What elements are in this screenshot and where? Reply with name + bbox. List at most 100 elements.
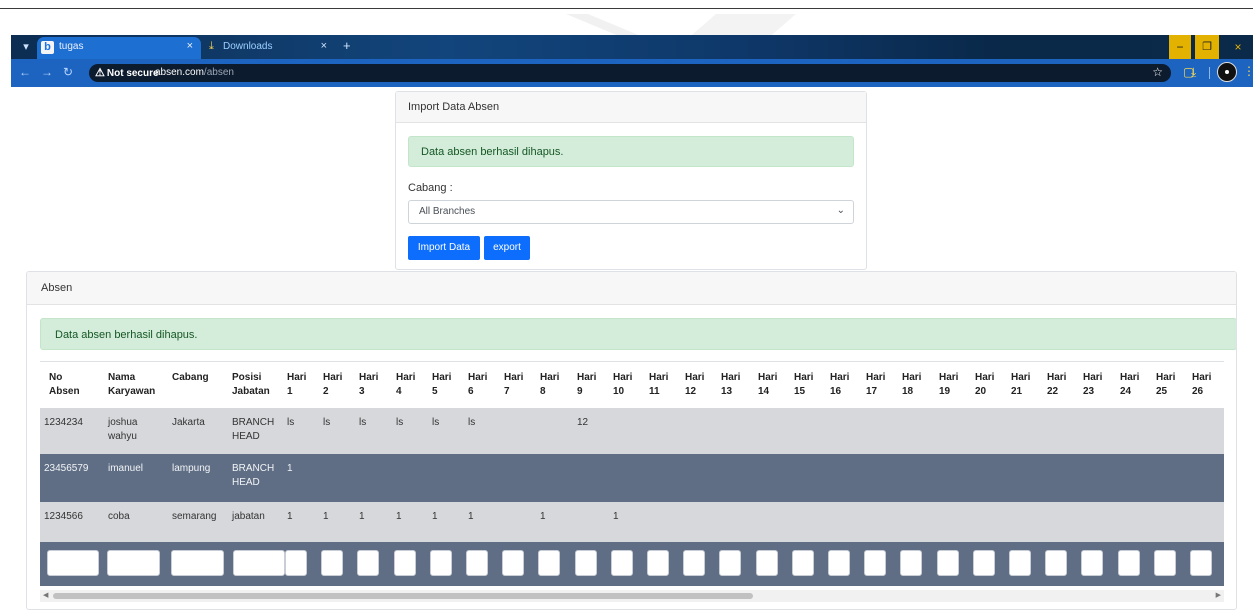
column-header-hari-4-line: Hari <box>396 372 416 383</box>
column-header-hari-14: Hari 14 <box>758 371 777 399</box>
tab-downloads[interactable]: ⤓ Downloads × <box>201 37 333 59</box>
column-header-hari-5-line: Hari <box>432 372 452 383</box>
tab-title: tugas <box>59 41 84 52</box>
hari-14-input[interactable] <box>756 550 778 576</box>
hari-19-input[interactable] <box>937 550 959 576</box>
forward-icon[interactable]: → <box>41 65 53 79</box>
more-menu-icon[interactable]: ⋮ <box>1243 64 1253 78</box>
column-header-hari-8: Hari 8 <box>540 371 559 399</box>
hari-3-input[interactable] <box>357 550 379 576</box>
column-header-hari-14-line: Hari <box>758 372 778 383</box>
success-alert: Data absen berhasil dihapus. <box>40 318 1236 350</box>
posisi-jabatan-input[interactable] <box>233 550 285 576</box>
hari-24-input[interactable] <box>1118 550 1140 576</box>
column-header-hari-26: Hari 26 <box>1192 371 1211 399</box>
hari-11-input[interactable] <box>647 550 669 576</box>
hari-9-input[interactable] <box>575 550 597 576</box>
column-header-hari-17: Hari 17 <box>866 371 885 399</box>
profile-avatar[interactable] <box>1217 62 1237 82</box>
hari-21-input[interactable] <box>1009 550 1031 576</box>
hari-7-input[interactable] <box>502 550 524 576</box>
hari-25-input[interactable] <box>1154 550 1176 576</box>
back-icon[interactable]: ← <box>19 65 31 79</box>
downloads-icon[interactable]: ⤓ <box>1191 64 1196 80</box>
hari-22-input[interactable] <box>1045 550 1067 576</box>
close-icon[interactable]: × <box>187 40 193 52</box>
tab-tugas[interactable]: b tugas × <box>37 37 201 59</box>
column-header-posisi-jabatan: Posisi Jabatan <box>232 371 270 399</box>
import-data-button[interactable]: Import Data <box>408 236 480 260</box>
cell-hari-4: 1 <box>396 510 402 524</box>
hari-26-input[interactable] <box>1190 550 1212 576</box>
column-header-cabang-line: Cabang <box>172 372 209 383</box>
cell-posisi-jabatan-line: BRANCH <box>232 463 275 474</box>
horizontal-scrollbar[interactable]: ◀ ▶ <box>40 590 1224 602</box>
column-header-hari-19: Hari 19 <box>939 371 958 399</box>
hari-13-input[interactable] <box>719 550 741 576</box>
column-header-hari-20-line: 20 <box>975 386 987 397</box>
cell-nama-karyawan: joshua wahyu <box>108 416 137 444</box>
column-header-hari-20-line: Hari <box>975 372 995 383</box>
column-header-hari-26-line: Hari <box>1192 372 1212 383</box>
no-absen-input[interactable] <box>47 550 99 576</box>
address-bar[interactable]: ⚠ Not secure absen.com/absen ☆ <box>89 64 1171 82</box>
column-header-hari-23-line: 23 <box>1083 386 1095 397</box>
import-card-header: Import Data Absen <box>396 92 866 123</box>
cabang-input[interactable] <box>171 550 224 576</box>
hari-10-input[interactable] <box>611 550 633 576</box>
column-header-hari-25-line: 25 <box>1156 386 1168 397</box>
url-path: /absen <box>203 67 234 78</box>
hari-18-input[interactable] <box>900 550 922 576</box>
cell-hari-6: 1 <box>468 510 474 524</box>
hari-5-input[interactable] <box>430 550 452 576</box>
cell-nama-karyawan-line: coba <box>108 511 130 522</box>
minimize-button[interactable]: − <box>1169 35 1191 59</box>
cell-posisi-jabatan: BRANCH HEAD <box>232 462 274 490</box>
hari-16-input[interactable] <box>828 550 850 576</box>
hari-2-input[interactable] <box>321 550 343 576</box>
nama-karyawan-input[interactable] <box>107 550 160 576</box>
cell-hari-2-line: 1 <box>323 511 329 522</box>
scroll-left-icon[interactable]: ◀ <box>43 590 48 602</box>
new-tab-button[interactable]: + <box>343 39 351 53</box>
cell-cabang: semarang <box>172 510 216 524</box>
bookmark-star-icon[interactable]: ☆ <box>1152 65 1163 79</box>
column-header-hari-16-line: 16 <box>830 386 842 397</box>
column-header-hari-1-line: 1 <box>287 386 293 397</box>
table-row: 1234566 coba semarang jabatan 1 1 1 1 1 1 1 1 <box>40 502 1224 542</box>
hari-20-input[interactable] <box>973 550 995 576</box>
column-header-hari-18-line: 18 <box>902 386 914 397</box>
column-header-hari-22: Hari 22 <box>1047 371 1066 399</box>
hari-12-input[interactable] <box>683 550 705 576</box>
cell-hari-10: 1 <box>613 510 619 524</box>
scroll-right-icon[interactable]: ▶ <box>1216 590 1221 602</box>
cell-hari-4: ls <box>396 416 403 430</box>
tab-title: Downloads <box>223 41 273 52</box>
hari-8-input[interactable] <box>538 550 560 576</box>
cabang-select[interactable]: All Branches ⌄ <box>408 200 854 224</box>
browser-tab-bar: ▾ b tugas × ⤓ Downloads × + − ❐ × <box>11 35 1253 59</box>
hari-23-input[interactable] <box>1081 550 1103 576</box>
cabang-label: Cabang : <box>408 182 453 194</box>
tab-search-icon[interactable]: ▾ <box>17 39 35 55</box>
download-icon: ⤓ <box>209 40 214 52</box>
close-icon[interactable]: × <box>321 40 327 52</box>
hari-17-input[interactable] <box>864 550 886 576</box>
column-header-hari-9-line: 9 <box>577 386 583 397</box>
cell-cabang: Jakarta <box>172 416 205 430</box>
column-header-posisi-jabatan-line: Jabatan <box>232 386 270 397</box>
hari-4-input[interactable] <box>394 550 416 576</box>
cell-hari-5-line: ls <box>432 417 440 428</box>
cell-hari-5: 1 <box>432 510 438 524</box>
scroll-thumb[interactable] <box>53 593 753 599</box>
reload-icon[interactable]: ↻ <box>63 65 73 79</box>
security-indicator[interactable]: ⚠ Not secure <box>95 66 159 80</box>
hari-15-input[interactable] <box>792 550 814 576</box>
column-header-hari-23: Hari 23 <box>1083 371 1102 399</box>
hari-6-input[interactable] <box>466 550 488 576</box>
hari-1-input[interactable] <box>285 550 307 576</box>
window-close-button[interactable]: × <box>1223 35 1253 59</box>
cell-posisi-jabatan-line: HEAD <box>232 431 260 442</box>
restore-button[interactable]: ❐ <box>1195 35 1219 59</box>
export-button[interactable]: export <box>484 236 530 260</box>
